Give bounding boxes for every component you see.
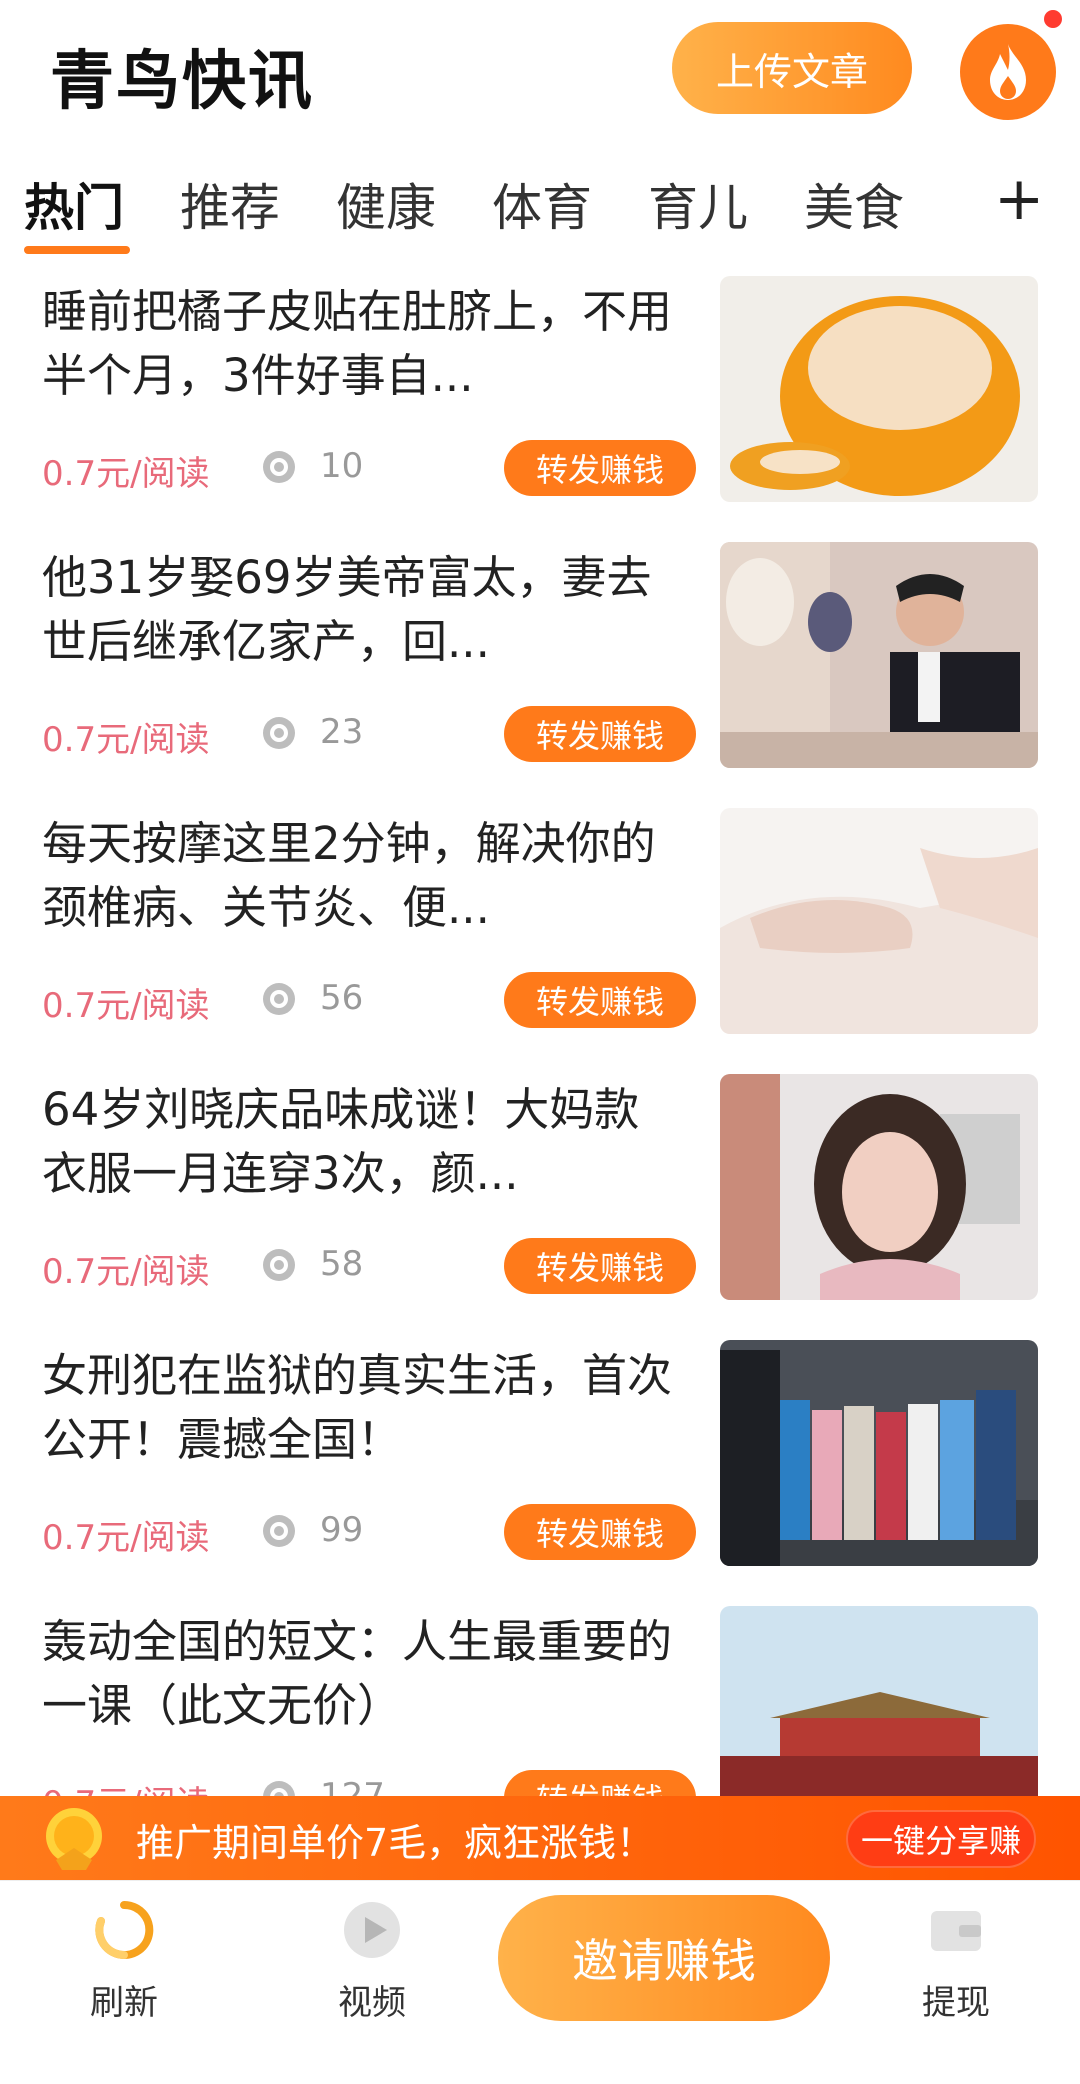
tab-sports[interactable]: 体育: [492, 168, 592, 240]
upload-article-button[interactable]: 上传文章: [672, 22, 912, 114]
nav-refresh[interactable]: 刷新: [44, 1899, 204, 2024]
article-thumbnail[interactable]: [720, 1606, 1038, 1800]
header: 青鸟快讯 上传文章: [0, 0, 1080, 150]
article-title[interactable]: 睡前把橘子皮贴在肚脐上，不用半个月，3件好事自...: [42, 280, 682, 408]
nav-refresh-label: 刷新: [90, 1983, 158, 2023]
article-thumbnail[interactable]: [720, 808, 1038, 1034]
hot-button[interactable]: [960, 24, 1056, 120]
view-count: 23: [320, 712, 364, 752]
article-feed[interactable]: 睡前把橘子皮贴在肚脐上，不用半个月，3件好事自... 0.7元/阅读 10 转发…: [0, 270, 1080, 1800]
tab-hot[interactable]: 热门: [24, 168, 124, 240]
view-count: 58: [320, 1244, 364, 1284]
eye-icon: [263, 451, 295, 483]
article-price: 0.7元/阅读: [42, 1252, 210, 1292]
article-thumbnail[interactable]: [720, 1074, 1038, 1300]
share-earn-button[interactable]: 转发赚钱: [504, 972, 696, 1028]
article-title[interactable]: 轰动全国的短文：人生最重要的一课（此文无价）: [42, 1610, 682, 1738]
share-earn-button[interactable]: 转发赚钱: [504, 706, 696, 762]
article-price: 0.7元/阅读: [42, 1518, 210, 1558]
article-thumbnail[interactable]: [720, 276, 1038, 502]
one-click-share-button[interactable]: 一键分享赚: [846, 1810, 1036, 1868]
nav-video-label: 视频: [338, 1983, 406, 2023]
article-title[interactable]: 他31岁娶69岁美帝富太，妻去世后继承亿家产，回...: [42, 546, 682, 674]
article-thumbnail[interactable]: [720, 542, 1038, 768]
list-item[interactable]: 每天按摩这里2分钟，解决你的颈椎病、关节炎、便... 0.7元/阅读 56 转发…: [0, 802, 1080, 1068]
fire-icon: [990, 44, 1026, 100]
eye-icon: [263, 983, 295, 1015]
view-count: 56: [320, 978, 364, 1018]
category-tabs: 热门 推荐 健康 体育 育儿 美食 +: [0, 160, 1080, 260]
play-icon: [344, 1902, 400, 1958]
article-thumbnail[interactable]: [720, 1340, 1038, 1566]
list-item[interactable]: 他31岁娶69岁美帝富太，妻去世后继承亿家产，回... 0.7元/阅读 23 转…: [0, 536, 1080, 802]
list-item[interactable]: 64岁刘晓庆品味成谜！大妈款衣服一月连穿3次，颜... 0.7元/阅读 58 转…: [0, 1068, 1080, 1334]
view-count: 99: [320, 1510, 364, 1550]
list-item[interactable]: 女刑犯在监狱的真实生活，首次公开！震撼全国！ 0.7元/阅读 99 转发赚钱: [0, 1334, 1080, 1600]
nav-withdraw[interactable]: 提现: [876, 1899, 1036, 2024]
invite-earn-button[interactable]: 邀请赚钱: [498, 1895, 830, 2021]
list-item[interactable]: 轰动全国的短文：人生最重要的一课（此文无价） 0.7元/阅读 127 转发赚钱: [0, 1600, 1080, 1800]
share-earn-button[interactable]: 转发赚钱: [504, 1238, 696, 1294]
eye-icon: [263, 1249, 295, 1281]
wallet-icon: [931, 1911, 981, 1951]
tab-health[interactable]: 健康: [336, 168, 436, 240]
app-title: 青鸟快讯: [50, 45, 314, 119]
share-earn-button[interactable]: 转发赚钱: [504, 440, 696, 496]
eye-icon: [263, 1515, 295, 1547]
eye-icon: [263, 717, 295, 749]
active-tab-indicator: [24, 246, 130, 254]
tab-recommend[interactable]: 推荐: [180, 168, 280, 240]
article-price: 0.7元/阅读: [42, 454, 210, 494]
promo-text: 推广期间单价7毛，疯狂涨钱！: [136, 1821, 655, 1865]
article-title[interactable]: 女刑犯在监狱的真实生活，首次公开！震撼全国！: [42, 1344, 682, 1472]
list-item[interactable]: 睡前把橘子皮贴在肚脐上，不用半个月，3件好事自... 0.7元/阅读 10 转发…: [0, 270, 1080, 536]
article-price: 0.7元/阅读: [42, 720, 210, 760]
article-title[interactable]: 每天按摩这里2分钟，解决你的颈椎病、关节炎、便...: [42, 812, 682, 940]
tab-food[interactable]: 美食: [804, 168, 904, 240]
view-count: 10: [320, 446, 364, 486]
article-title[interactable]: 64岁刘晓庆品味成谜！大妈款衣服一月连穿3次，颜...: [42, 1078, 682, 1206]
nav-withdraw-label: 提现: [922, 1983, 990, 2023]
medal-icon: [46, 1808, 102, 1870]
add-tab-button[interactable]: +: [994, 164, 1044, 234]
tab-parenting[interactable]: 育儿: [648, 168, 748, 240]
article-price: 0.7元/阅读: [42, 986, 210, 1026]
refresh-icon: [95, 1900, 154, 1959]
promo-banner: 推广期间单价7毛，疯狂涨钱！ 一键分享赚: [0, 1796, 1080, 1880]
share-earn-button[interactable]: 转发赚钱: [504, 1504, 696, 1560]
nav-video[interactable]: 视频: [292, 1899, 452, 2024]
notification-dot: [1044, 10, 1062, 28]
bottom-nav: 刷新 视频 邀请赚钱 提现: [0, 1880, 1080, 2084]
